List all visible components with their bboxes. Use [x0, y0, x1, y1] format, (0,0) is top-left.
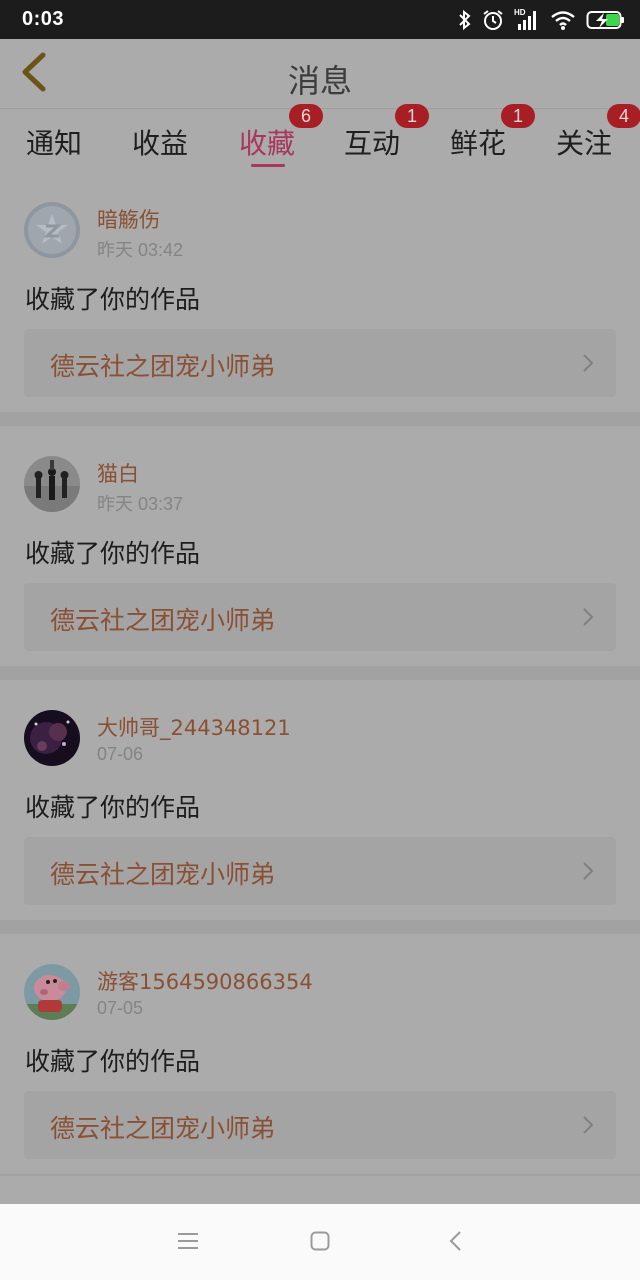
list-item: 游客1564590866354 07-05 收藏了你的作品 德云社之团宠小师弟 [0, 934, 640, 1174]
tab-earnings[interactable]: 收益 [132, 122, 188, 162]
action-text: 收藏了你的作品 [25, 285, 201, 314]
menu-icon [177, 1232, 199, 1254]
status-icons: HD [458, 6, 626, 34]
timestamp: 昨天 03:37 [97, 494, 184, 514]
action-text: 收藏了你的作品 [25, 539, 201, 568]
tab-interactions[interactable]: 互动 [344, 122, 400, 162]
tab-flowers-badge: 1 [501, 104, 535, 128]
username[interactable]: 猫白 [97, 458, 139, 488]
page-title: 消息 [287, 62, 352, 100]
status-time: 0:03 [22, 8, 65, 30]
item-divider [0, 412, 640, 426]
work-link[interactable]: 德云社之团宠小师弟 [24, 1091, 616, 1159]
battery-charging-icon [586, 9, 626, 31]
signal-icon: HD [514, 8, 540, 32]
system-back-button[interactable] [440, 1228, 470, 1258]
home-button[interactable] [305, 1228, 335, 1258]
avatar[interactable] [24, 710, 80, 766]
bluetooth-icon [458, 9, 472, 31]
work-title: 德云社之团宠小师弟 [50, 860, 276, 889]
header: 消息 [0, 39, 640, 109]
list-item: 暗觞伤 昨天 03:42 收藏了你的作品 德云社之团宠小师弟 [0, 172, 640, 412]
home-square-icon [310, 1231, 330, 1255]
menu-button[interactable] [173, 1228, 203, 1258]
back-triangle-icon [448, 1230, 462, 1256]
tab-favorites[interactable]: 收藏 [239, 122, 295, 162]
wifi-icon [550, 9, 576, 31]
timestamp: 昨天 03:42 [97, 240, 184, 260]
action-text: 收藏了你的作品 [25, 793, 201, 822]
work-title: 德云社之团宠小师弟 [50, 352, 276, 381]
work-link[interactable]: 德云社之团宠小师弟 [24, 837, 616, 905]
tab-interactions-badge: 1 [395, 104, 429, 128]
timestamp: 07-05 [97, 998, 144, 1018]
status-bar: 0:03 HD [0, 0, 640, 39]
alarm-icon [482, 9, 504, 31]
avatar[interactable] [24, 964, 80, 1020]
work-link[interactable]: 德云社之团宠小师弟 [24, 329, 616, 397]
chevron-right-icon [582, 1115, 594, 1139]
tab-follows[interactable]: 关注 [556, 122, 612, 162]
work-link[interactable]: 德云社之团宠小师弟 [24, 583, 616, 651]
avatar[interactable] [24, 202, 80, 258]
item-divider [0, 920, 640, 934]
username[interactable]: 游客1564590866354 [97, 966, 313, 996]
timestamp: 07-06 [97, 744, 144, 764]
system-nav-bar [0, 1204, 640, 1280]
tab-favorites-badge: 6 [289, 104, 323, 128]
list-item: 猫白 昨天 03:37 收藏了你的作品 德云社之团宠小师弟 [0, 426, 640, 666]
tab-flowers[interactable]: 鲜花 [450, 122, 506, 162]
work-title: 德云社之团宠小师弟 [50, 1114, 276, 1143]
avatar[interactable] [24, 456, 80, 512]
chevron-right-icon [582, 353, 594, 377]
chevron-right-icon [582, 607, 594, 631]
item-divider [0, 666, 640, 680]
list-item: 大帅哥_244348121 07-06 收藏了你的作品 德云社之团宠小师弟 [0, 680, 640, 920]
list-bottom-edge [0, 1176, 640, 1204]
tab-follows-badge: 4 [607, 104, 640, 128]
action-text: 收藏了你的作品 [25, 1047, 201, 1076]
active-tab-indicator [251, 164, 285, 167]
chevron-right-icon [582, 861, 594, 885]
work-title: 德云社之团宠小师弟 [50, 606, 276, 635]
tab-notifications[interactable]: 通知 [26, 122, 82, 162]
username[interactable]: 大帅哥_244348121 [97, 712, 291, 742]
username[interactable]: 暗觞伤 [97, 204, 160, 234]
